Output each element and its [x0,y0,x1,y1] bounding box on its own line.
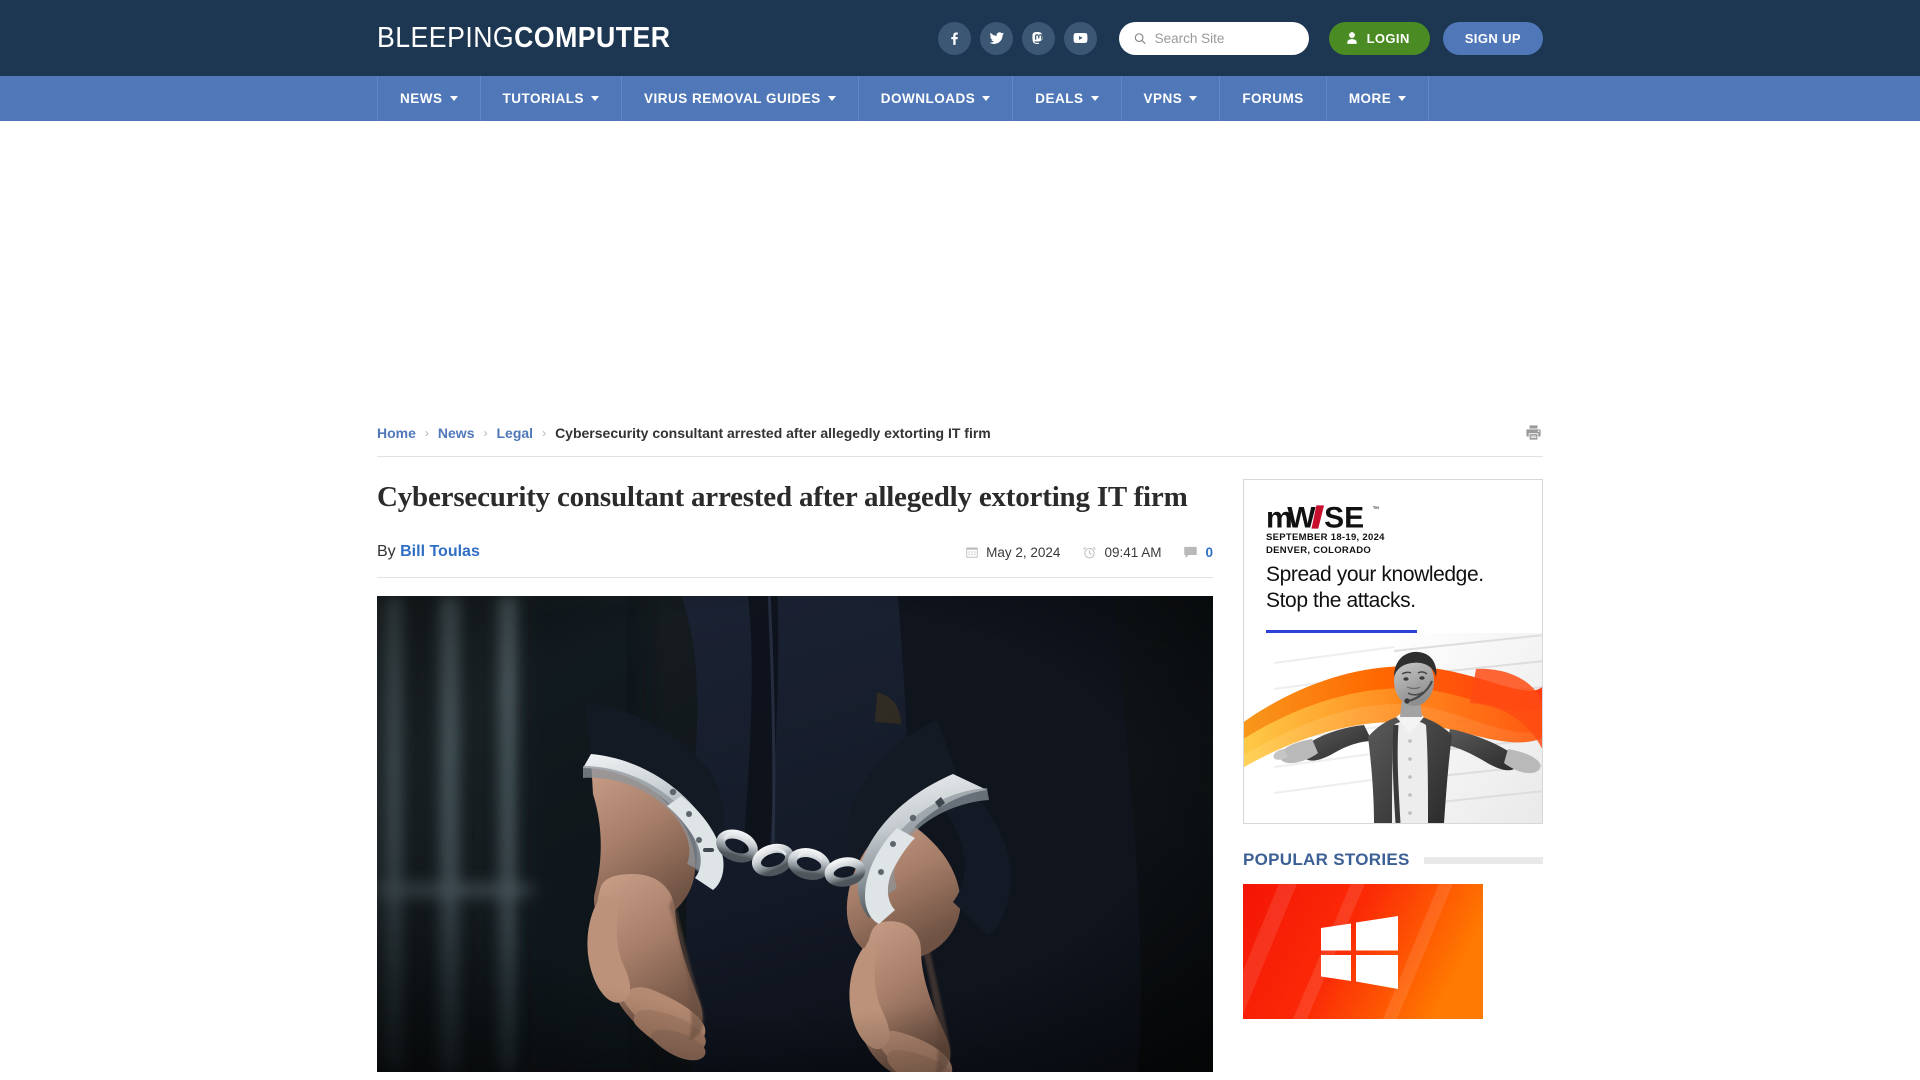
mwise-headline-line2: Stop the attacks. [1266,588,1416,612]
login-button-label: LOGIN [1366,30,1410,46]
site-header: BLEEPINGCOMPUTER Search Site LOGIN SIGN … [0,0,1920,76]
publish-time: 09:41 AM [1082,545,1161,560]
breadcrumb-item-legal[interactable]: Legal [496,425,533,441]
nav-item-downloads[interactable]: DOWNLOADS [859,76,1014,121]
search-box[interactable] [1118,21,1309,55]
publish-time-label: 09:41 AM [1104,544,1162,560]
nav-item-label: MORE [1348,91,1392,106]
social-links [937,21,1097,55]
breadcrumb-item-news[interactable]: News [438,425,475,441]
print-icon[interactable] [1524,423,1543,442]
chevron-down-icon [982,96,991,101]
nav-item-news[interactable]: NEWS [378,76,481,121]
nav-item-tutorials[interactable]: TUTORIALS [481,76,622,121]
breadcrumb-item-home[interactable]: Home [377,425,416,441]
svg-text:™: ™ [1372,506,1379,513]
sidebar: m W SE ™ SEPTEMBER 18-19, 2024 DENVER, C… [1243,479,1543,1072]
author-link[interactable]: Bill Toulas [400,543,480,560]
chevron-down-icon [1398,96,1407,101]
popular-stories-header: POPULAR STORIES [1243,850,1543,870]
byline-prefix: By [377,543,396,561]
chevron-down-icon [1189,96,1198,101]
nav-item-label: DOWNLOADS [880,91,976,106]
logo-text-light: BLEEPING [377,21,515,54]
article-column: Cybersecurity consultant arrested after … [377,479,1213,1073]
twitter-icon[interactable] [979,21,1013,55]
mwise-speaker-artwork [1244,633,1542,823]
mwise-headline: Spread your knowledge. Stop the attacks. [1266,562,1536,613]
popular-stories-title: POPULAR STORIES [1243,850,1410,869]
byline: By Bill Toulas [377,543,480,561]
article-meta-bar: By Bill Toulas May 2, 2024 09:41 AM 0 [377,543,1213,579]
mastodon-icon[interactable] [1021,21,1055,55]
nav-item-label: DEALS [1035,91,1084,106]
mwise-event-dates: SEPTEMBER 18-19, 2024 DENVER, COLORADO [1266,532,1385,558]
publish-date: May 2, 2024 [965,545,1060,560]
breadcrumb-bar: Home › News › Legal › Cybersecurity cons… [377,411,1543,457]
nav-item-label: TUTORIALS [502,91,584,106]
popular-story-thumbnail[interactable] [1243,884,1483,1019]
comment-count[interactable]: 0 [1183,545,1213,560]
breadcrumb-item-current: Cybersecurity consultant arrested after … [555,424,991,441]
nav-item-virus-removal-guides[interactable]: VIRUS REMOVAL GUIDES [622,76,859,121]
chevron-down-icon [827,96,836,101]
top-ad-slot [0,121,1920,411]
comment-count-label: 0 [1205,544,1213,560]
nav-item-label: VPNS [1143,91,1183,106]
sidebar-ad-mwise[interactable]: m W SE ™ SEPTEMBER 18-19, 2024 DENVER, C… [1243,479,1543,824]
article-hero-image [377,596,1213,1073]
mwise-dates-line2: DENVER, COLORADO [1266,544,1372,556]
search-input[interactable] [1154,30,1295,46]
nav-item-vpns[interactable]: VPNS [1122,76,1221,121]
signup-button[interactable]: SIGN UP [1442,21,1543,55]
nav-item-deals[interactable]: DEALS [1013,76,1122,121]
nav-item-label: NEWS [400,91,443,106]
facebook-icon[interactable] [937,21,971,55]
mwise-logo-icon: m W SE ™ [1266,502,1379,535]
nav-item-more[interactable]: MORE [1327,76,1430,121]
breadcrumb-separator-icon: › [424,425,429,440]
svg-text:W: W [1287,502,1316,535]
site-logo[interactable]: BLEEPINGCOMPUTER [377,22,670,55]
chevron-down-icon [591,96,599,101]
mwise-dates-line1: SEPTEMBER 18-19, 2024 [1266,532,1385,543]
nav-item-label: VIRUS REMOVAL GUIDES [644,91,821,106]
page-title: Cybersecurity consultant arrested after … [377,481,1188,513]
youtube-icon[interactable] [1063,21,1097,55]
mwise-headline-line1: Spread your knowledge. [1266,563,1484,586]
login-button[interactable]: LOGIN [1328,21,1430,55]
svg-text:SE: SE [1324,502,1364,535]
breadcrumb: Home › News › Legal › Cybersecurity cons… [377,425,991,441]
nav-item-label: FORUMS [1242,91,1304,106]
popular-stories-rule [1423,856,1543,864]
nav-item-forums[interactable]: FORUMS [1220,76,1327,121]
logo-text-bold: COMPUTER [514,21,671,54]
chevron-down-icon [1090,96,1099,101]
breadcrumb-separator-icon: › [483,425,488,440]
chevron-down-icon [449,96,458,101]
main-navigation: NEWS TUTORIALS VIRUS REMOVAL GUIDES DOWNLOA… [0,76,1920,121]
breadcrumb-separator-icon: › [542,425,547,440]
publish-date-label: May 2, 2024 [986,544,1061,560]
